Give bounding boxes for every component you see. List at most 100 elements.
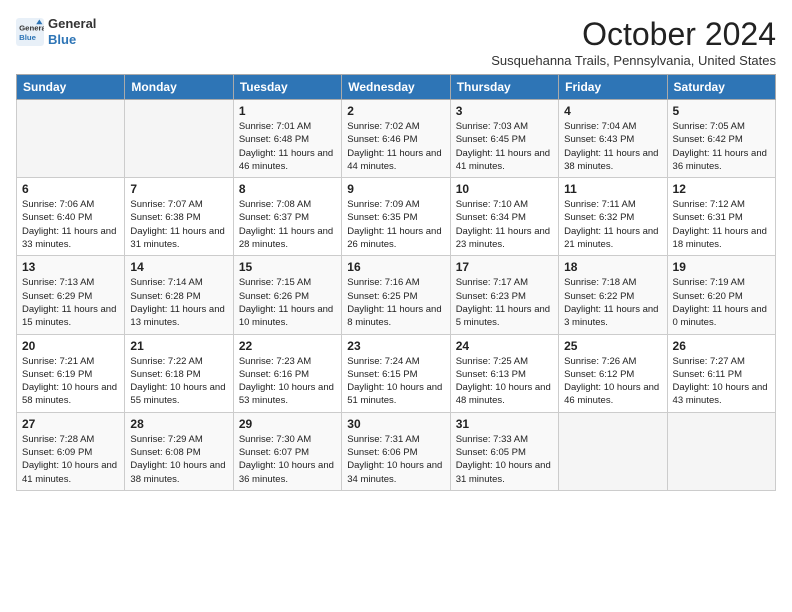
day-info: Sunrise: 7:01 AM Sunset: 6:48 PM Dayligh… (239, 120, 336, 173)
day-number: 25 (564, 339, 661, 353)
calendar-cell: 24 Sunrise: 7:25 AM Sunset: 6:13 PM Dayli… (450, 334, 558, 412)
calendar-cell: 14 Sunrise: 7:14 AM Sunset: 6:28 PM Dayli… (125, 256, 233, 334)
day-number: 2 (347, 104, 444, 118)
day-number: 3 (456, 104, 553, 118)
calendar-cell: 9 Sunrise: 7:09 AM Sunset: 6:35 PM Daylig… (342, 178, 450, 256)
calendar-cell: 26Sunrise: 7:27 AM Sunset: 6:11 PM Dayli… (667, 334, 775, 412)
day-info: Sunrise: 7:33 AM Sunset: 6:05 PM Dayligh… (456, 433, 553, 486)
calendar-cell: 20 Sunrise: 7:21 AM Sunset: 6:19 PM Dayli… (17, 334, 125, 412)
logo: General Blue General Blue (16, 16, 96, 47)
day-number: 23 (347, 339, 444, 353)
day-number: 24 (456, 339, 553, 353)
day-info: Sunrise: 7:19 AM Sunset: 6:20 PM Dayligh… (673, 276, 770, 329)
calendar-cell: 29Sunrise: 7:30 AM Sunset: 6:07 PM Dayli… (233, 412, 341, 490)
calendar-week-1: 1Sunrise: 7:01 AM Sunset: 6:48 PM Daylig… (17, 100, 776, 178)
day-number: 16 (347, 260, 444, 274)
day-number: 9 (347, 182, 444, 196)
day-number: 4 (564, 104, 661, 118)
day-number: 10 (456, 182, 553, 196)
calendar-cell: 16 Sunrise: 7:16 AM Sunset: 6:25 PM Dayli… (342, 256, 450, 334)
day-number: 8 (239, 182, 336, 196)
day-number: 31 (456, 417, 553, 431)
calendar-cell (125, 100, 233, 178)
month-title: October 2024 (491, 16, 776, 53)
calendar-cell (17, 100, 125, 178)
calendar-cell (559, 412, 667, 490)
day-info: Sunrise: 7:30 AM Sunset: 6:07 PM Dayligh… (239, 433, 336, 486)
day-number: 28 (130, 417, 227, 431)
calendar-cell: 7 Sunrise: 7:07 AM Sunset: 6:38 PM Daylig… (125, 178, 233, 256)
day-info: Sunrise: 7:25 AM Sunset: 6:13 PM Dayligh… (456, 355, 553, 408)
day-number: 22 (239, 339, 336, 353)
day-info: Sunrise: 7:15 AM Sunset: 6:26 PM Dayligh… (239, 276, 336, 329)
header-monday: Monday (125, 75, 233, 100)
day-number: 18 (564, 260, 661, 274)
day-number: 19 (673, 260, 770, 274)
calendar-cell: 1Sunrise: 7:01 AM Sunset: 6:48 PM Daylig… (233, 100, 341, 178)
day-number: 15 (239, 260, 336, 274)
calendar-cell: 2 Sunrise: 7:02 AM Sunset: 6:46 PM Daylig… (342, 100, 450, 178)
header-sunday: Sunday (17, 75, 125, 100)
day-info: Sunrise: 7:31 AM Sunset: 6:06 PM Dayligh… (347, 433, 444, 486)
calendar-cell: 27Sunrise: 7:28 AM Sunset: 6:09 PM Dayli… (17, 412, 125, 490)
calendar-cell: 17 Sunrise: 7:17 AM Sunset: 6:23 PM Dayli… (450, 256, 558, 334)
logo-icon: General Blue (16, 18, 44, 46)
calendar-cell: 6 Sunrise: 7:06 AM Sunset: 6:40 PM Daylig… (17, 178, 125, 256)
title-block: October 2024 Susquehanna Trails, Pennsyl… (491, 16, 776, 68)
day-number: 20 (22, 339, 119, 353)
calendar-table: SundayMondayTuesdayWednesdayThursdayFrid… (16, 74, 776, 491)
calendar-cell: 12Sunrise: 7:12 AM Sunset: 6:31 PM Dayli… (667, 178, 775, 256)
day-info: Sunrise: 7:22 AM Sunset: 6:18 PM Dayligh… (130, 355, 227, 408)
day-info: Sunrise: 7:26 AM Sunset: 6:12 PM Dayligh… (564, 355, 661, 408)
day-info: Sunrise: 7:23 AM Sunset: 6:16 PM Dayligh… (239, 355, 336, 408)
calendar-cell: 23Sunrise: 7:24 AM Sunset: 6:15 PM Dayli… (342, 334, 450, 412)
page-header: General Blue General Blue October 2024 S… (16, 16, 776, 68)
day-info: Sunrise: 7:18 AM Sunset: 6:22 PM Dayligh… (564, 276, 661, 329)
day-number: 17 (456, 260, 553, 274)
day-number: 5 (673, 104, 770, 118)
calendar-cell: 5 Sunrise: 7:05 AM Sunset: 6:42 PM Daylig… (667, 100, 775, 178)
header-thursday: Thursday (450, 75, 558, 100)
calendar-cell: 25 Sunrise: 7:26 AM Sunset: 6:12 PM Dayli… (559, 334, 667, 412)
calendar-cell (667, 412, 775, 490)
day-info: Sunrise: 7:13 AM Sunset: 6:29 PM Dayligh… (22, 276, 119, 329)
day-info: Sunrise: 7:06 AM Sunset: 6:40 PM Dayligh… (22, 198, 119, 251)
day-number: 7 (130, 182, 227, 196)
day-info: Sunrise: 7:16 AM Sunset: 6:25 PM Dayligh… (347, 276, 444, 329)
calendar-cell: 3 Sunrise: 7:03 AM Sunset: 6:45 PM Daylig… (450, 100, 558, 178)
day-info: Sunrise: 7:10 AM Sunset: 6:34 PM Dayligh… (456, 198, 553, 251)
calendar-cell: 28 Sunrise: 7:29 AM Sunset: 6:08 PM Dayli… (125, 412, 233, 490)
calendar-cell: 10 Sunrise: 7:10 AM Sunset: 6:34 PM Dayli… (450, 178, 558, 256)
day-number: 21 (130, 339, 227, 353)
calendar-subtitle: Susquehanna Trails, Pennsylvania, United… (491, 53, 776, 68)
calendar-cell: 13 Sunrise: 7:13 AM Sunset: 6:29 PM Dayli… (17, 256, 125, 334)
calendar-cell: 4Sunrise: 7:04 AM Sunset: 6:43 PM Daylig… (559, 100, 667, 178)
calendar-cell: 15 Sunrise: 7:15 AM Sunset: 6:26 PM Dayli… (233, 256, 341, 334)
day-info: Sunrise: 7:17 AM Sunset: 6:23 PM Dayligh… (456, 276, 553, 329)
day-number: 14 (130, 260, 227, 274)
svg-text:Blue: Blue (19, 32, 37, 41)
calendar-week-3: 13 Sunrise: 7:13 AM Sunset: 6:29 PM Dayli… (17, 256, 776, 334)
calendar-cell: 30Sunrise: 7:31 AM Sunset: 6:06 PM Dayli… (342, 412, 450, 490)
svg-text:General: General (19, 23, 44, 32)
calendar-week-5: 27Sunrise: 7:28 AM Sunset: 6:09 PM Dayli… (17, 412, 776, 490)
day-info: Sunrise: 7:21 AM Sunset: 6:19 PM Dayligh… (22, 355, 119, 408)
day-info: Sunrise: 7:03 AM Sunset: 6:45 PM Dayligh… (456, 120, 553, 173)
day-info: Sunrise: 7:02 AM Sunset: 6:46 PM Dayligh… (347, 120, 444, 173)
day-info: Sunrise: 7:07 AM Sunset: 6:38 PM Dayligh… (130, 198, 227, 251)
day-info: Sunrise: 7:29 AM Sunset: 6:08 PM Dayligh… (130, 433, 227, 486)
day-info: Sunrise: 7:05 AM Sunset: 6:42 PM Dayligh… (673, 120, 770, 173)
day-info: Sunrise: 7:09 AM Sunset: 6:35 PM Dayligh… (347, 198, 444, 251)
day-info: Sunrise: 7:11 AM Sunset: 6:32 PM Dayligh… (564, 198, 661, 251)
header-saturday: Saturday (667, 75, 775, 100)
calendar-week-4: 20 Sunrise: 7:21 AM Sunset: 6:19 PM Dayli… (17, 334, 776, 412)
calendar-cell: 21 Sunrise: 7:22 AM Sunset: 6:18 PM Dayli… (125, 334, 233, 412)
day-info: Sunrise: 7:27 AM Sunset: 6:11 PM Dayligh… (673, 355, 770, 408)
calendar-header-row: SundayMondayTuesdayWednesdayThursdayFrid… (17, 75, 776, 100)
day-info: Sunrise: 7:14 AM Sunset: 6:28 PM Dayligh… (130, 276, 227, 329)
day-number: 6 (22, 182, 119, 196)
day-info: Sunrise: 7:12 AM Sunset: 6:31 PM Dayligh… (673, 198, 770, 251)
calendar-week-2: 6 Sunrise: 7:06 AM Sunset: 6:40 PM Daylig… (17, 178, 776, 256)
day-number: 13 (22, 260, 119, 274)
calendar-cell: 18 Sunrise: 7:18 AM Sunset: 6:22 PM Dayli… (559, 256, 667, 334)
